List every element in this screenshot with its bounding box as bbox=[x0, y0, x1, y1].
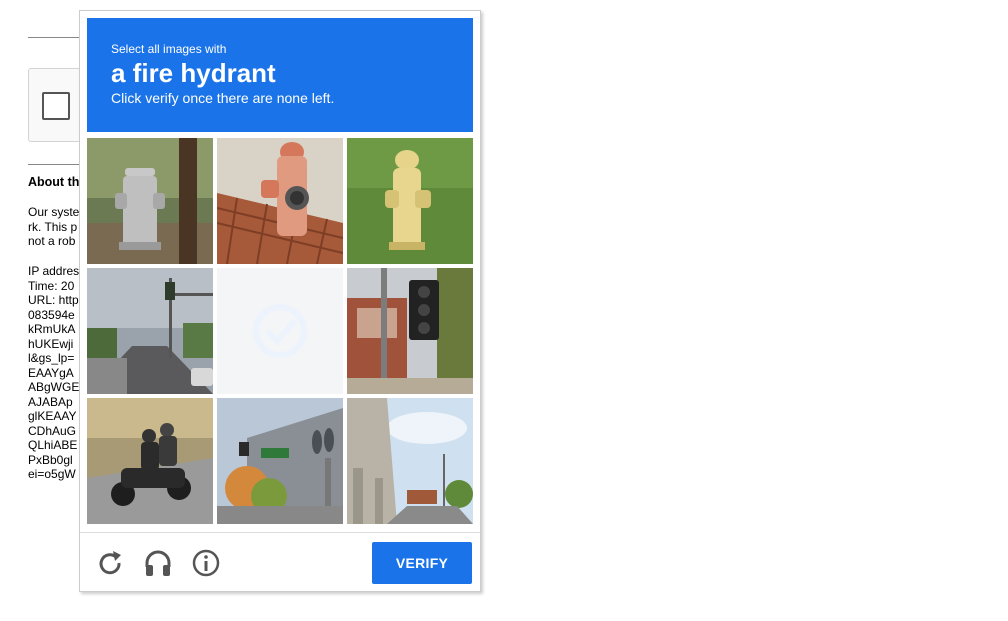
target-object-label: a fire hydrant bbox=[111, 58, 276, 88]
image-tile-5[interactable] bbox=[217, 268, 343, 394]
para-line: rk. This p bbox=[28, 219, 78, 234]
image-tile-6[interactable] bbox=[347, 268, 473, 394]
info-line: 083594e bbox=[28, 307, 75, 322]
info-line: CDhAuG bbox=[28, 423, 77, 438]
image-tile-9[interactable] bbox=[347, 398, 473, 524]
recaptcha-checkbox[interactable] bbox=[42, 92, 70, 120]
info-line: ABgWGE bbox=[28, 380, 80, 394]
info-icon[interactable] bbox=[190, 547, 222, 579]
para-line: Our syste bbox=[28, 205, 80, 219]
info-line: Time: 20 bbox=[28, 278, 75, 293]
tile-7-image bbox=[87, 398, 213, 524]
instruction-small: Select all images with bbox=[111, 42, 227, 56]
audio-headphones-icon[interactable] bbox=[142, 547, 174, 579]
image-grid bbox=[87, 138, 473, 524]
reload-icon[interactable] bbox=[94, 547, 126, 579]
instruction-banner: Select all images with a fire hydrant Cl… bbox=[87, 18, 473, 132]
image-tile-3[interactable] bbox=[347, 138, 473, 264]
image-tile-2[interactable] bbox=[217, 138, 343, 264]
instruction-hint: Click verify once there are none left. bbox=[111, 90, 335, 106]
para-line: not a rob bbox=[28, 234, 76, 248]
footer-divider bbox=[80, 532, 480, 533]
info-line: ei=o5gW bbox=[28, 467, 76, 481]
tile-4-image bbox=[87, 268, 213, 394]
image-tile-4[interactable] bbox=[87, 268, 213, 394]
tile-5-image bbox=[217, 268, 343, 394]
info-line: l&gs_lp= bbox=[28, 351, 75, 365]
info-line: EAAYgA bbox=[28, 365, 74, 380]
image-tile-8[interactable] bbox=[217, 398, 343, 524]
about-heading: About th bbox=[28, 175, 80, 189]
tile-6-image bbox=[347, 268, 473, 394]
info-line: PxBb0gl bbox=[28, 452, 73, 467]
info-line: glKEAAY bbox=[28, 409, 77, 423]
info-line: kRmUkA bbox=[28, 322, 76, 336]
info-line: IP addres bbox=[28, 264, 80, 278]
tile-2-image bbox=[217, 138, 343, 264]
tile-9-image bbox=[347, 398, 473, 524]
image-tile-7[interactable] bbox=[87, 398, 213, 524]
info-line: QLhiABE bbox=[28, 438, 78, 452]
info-line: AJABAp bbox=[28, 394, 73, 409]
tile-1-image bbox=[87, 138, 213, 264]
verify-button[interactable]: VERIFY bbox=[372, 542, 472, 584]
info-line: hUKEwji bbox=[28, 336, 74, 351]
tile-3-image bbox=[347, 138, 473, 264]
captcha-challenge-popup: Select all images with a fire hydrant Cl… bbox=[79, 10, 481, 592]
image-tile-1[interactable] bbox=[87, 138, 213, 264]
tile-8-image bbox=[217, 398, 343, 524]
info-line: URL: http bbox=[28, 293, 79, 307]
